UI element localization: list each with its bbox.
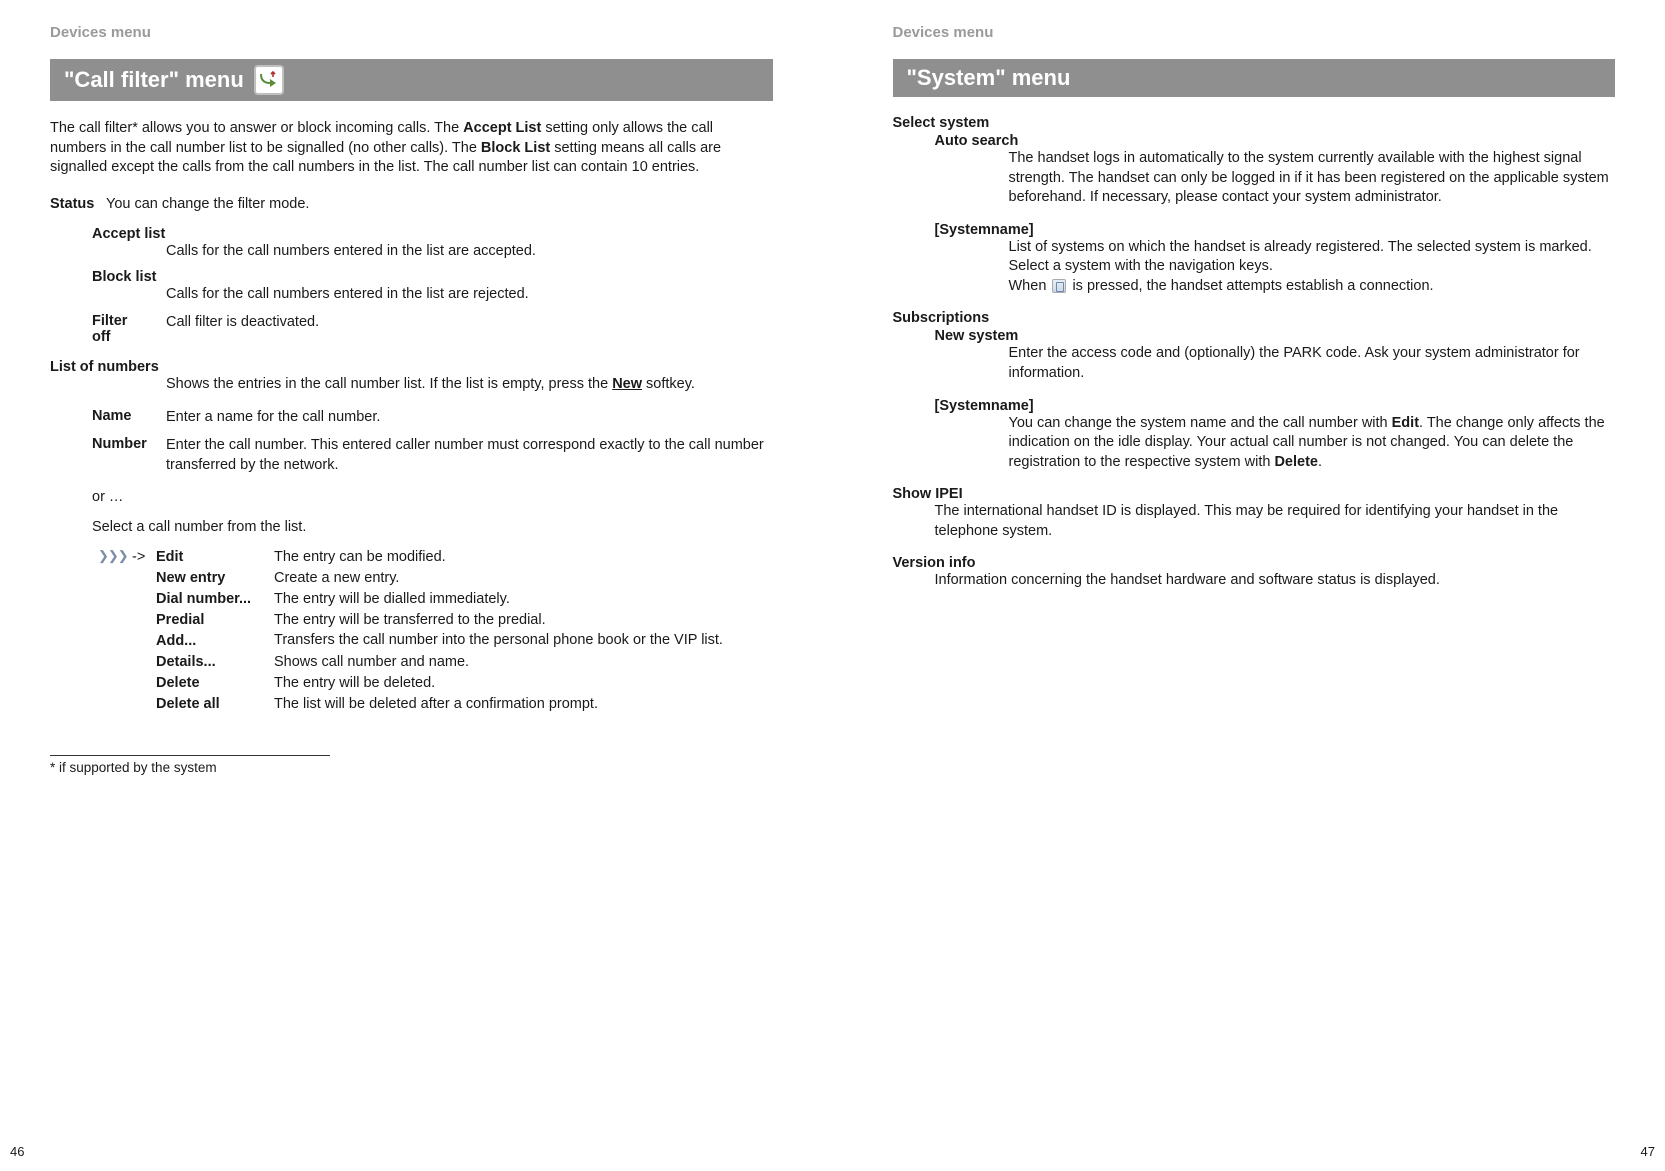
menu-item-label: Add...: [156, 631, 274, 652]
handset-key-icon: [1052, 279, 1066, 293]
menu-item-desc: Create a new entry.: [274, 568, 773, 589]
filter-off-label: Filter off: [92, 313, 148, 345]
block-list-desc: Calls for the call numbers entered in th…: [92, 285, 773, 305]
auto-search-desc: The handset logs in automatically to the…: [935, 149, 1616, 208]
menu-item-desc: The entry can be modified.: [274, 547, 773, 568]
systemname-label-2: [Systemname]: [935, 398, 1616, 414]
footnote: * if supported by the system: [50, 760, 773, 775]
version-info-desc: Information concerning the handset hardw…: [893, 571, 1616, 591]
page-number: 46: [10, 1144, 24, 1159]
show-ipei-desc: The international handset ID is displaye…: [893, 502, 1616, 541]
header-title: "System" menu: [907, 65, 1071, 91]
menu-item-desc: The list will be deleted after a confirm…: [274, 694, 773, 715]
menu-item-label: Delete all: [156, 694, 274, 715]
systemname-label: [Systemname]: [935, 222, 1616, 238]
subscriptions-label: Subscriptions: [893, 310, 1616, 326]
or-text: or …: [50, 489, 773, 505]
new-system-desc: Enter the access code and (optionally) t…: [935, 344, 1616, 383]
page-right: Devices menu "System" menu Select system…: [833, 0, 1665, 1171]
context-menu-list: ❯❯❯ -> Edit The entry can be modified. N…: [50, 547, 773, 715]
arrow-separator: ->: [132, 547, 156, 568]
status-desc: You can change the filter mode.: [106, 196, 309, 212]
systemname-desc-2: Select a system with the navigation keys…: [935, 257, 1616, 277]
page-number: 47: [1641, 1144, 1655, 1159]
menu-item-label: Predial: [156, 610, 274, 631]
menu-item-desc: Transfers the call number into the perso…: [274, 631, 773, 652]
systemname2-desc: You can change the system name and the c…: [935, 414, 1616, 473]
select-call-number-line: Select a call number from the list.: [50, 519, 773, 535]
number-label: Number: [92, 436, 166, 475]
list-of-numbers-desc: Shows the entries in the call number lis…: [50, 375, 773, 395]
accept-list-label: Accept list: [92, 226, 773, 242]
header-title: "Call filter" menu: [64, 67, 244, 93]
breadcrumb: Devices menu: [893, 24, 1616, 41]
number-desc: Enter the call number. This entered call…: [166, 436, 773, 475]
status-label: Status: [50, 196, 106, 212]
name-label: Name: [92, 408, 166, 428]
footnote-rule: [50, 755, 330, 756]
menu-item-label: Dial number...: [156, 589, 274, 610]
select-system-label: Select system: [893, 115, 1616, 131]
section-header-call-filter: "Call filter" menu: [50, 59, 773, 101]
new-system-label: New system: [935, 328, 1616, 344]
name-desc: Enter a name for the call number.: [166, 408, 380, 428]
menu-item-desc: The entry will be dialled immediately.: [274, 589, 773, 610]
arrows-icon: ❯❯❯: [98, 547, 132, 568]
menu-item-desc: The entry will be transferred to the pre…: [274, 610, 773, 631]
auto-search-label: Auto search: [935, 133, 1616, 149]
show-ipei-label: Show IPEI: [893, 486, 1616, 502]
version-info-label: Version info: [893, 555, 1616, 571]
filter-off-desc: Call filter is deactivated.: [166, 313, 319, 345]
systemname-desc-3: When is pressed, the handset attempts es…: [935, 277, 1616, 297]
block-list-label: Block list: [92, 269, 773, 285]
menu-item-label: Delete: [156, 673, 274, 694]
menu-item-label: Details...: [156, 652, 274, 673]
menu-item-desc: The entry will be deleted.: [274, 673, 773, 694]
breadcrumb: Devices menu: [50, 24, 773, 41]
systemname-desc-1: List of systems on which the handset is …: [935, 238, 1616, 258]
page-left: Devices menu "Call filter" menu The call…: [0, 0, 833, 1171]
menu-item-desc: Shows call number and name.: [274, 652, 773, 673]
accept-list-desc: Calls for the call numbers entered in th…: [92, 242, 773, 262]
call-filter-icon: [254, 65, 284, 95]
menu-item-label: New entry: [156, 568, 274, 589]
menu-item-label: Edit: [156, 547, 274, 568]
intro-paragraph: The call filter* allows you to answer or…: [50, 119, 773, 178]
section-header-system: "System" menu: [893, 59, 1616, 97]
list-of-numbers-label: List of numbers: [50, 359, 773, 375]
